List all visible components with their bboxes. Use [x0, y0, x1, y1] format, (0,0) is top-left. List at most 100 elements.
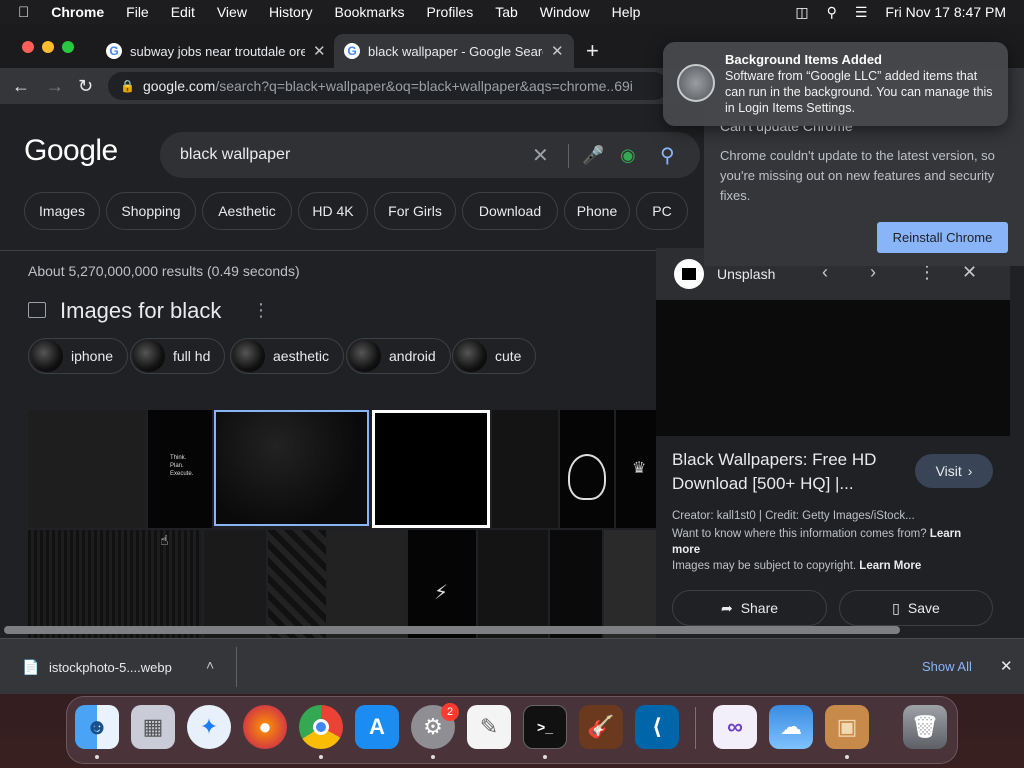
show-all-button[interactable]: Show All [922, 659, 972, 674]
system-settings-icon [677, 64, 715, 102]
archive-utility-icon[interactable]: ▣ [825, 705, 869, 749]
close-window-button[interactable] [22, 41, 34, 53]
related-chip-cute[interactable]: cute [452, 338, 537, 374]
search-input[interactable]: black wallpaper [160, 132, 700, 178]
close-tab-icon[interactable]: ✕ [551, 42, 564, 60]
notification-title: Background Items Added [725, 52, 882, 67]
related-chip-aesthetic[interactable]: aesthetic [230, 338, 345, 374]
google-lens-icon[interactable]: ◉ [620, 132, 636, 178]
visit-label: Visit [935, 463, 962, 479]
download-file-name[interactable]: istockphoto-5....webp [49, 660, 172, 675]
filter-chip-phone[interactable]: Phone [564, 192, 630, 230]
image-caption: Think. Plan. Execute. [170, 455, 194, 477]
tab-black-wallpaper[interactable]: G black wallpaper - Google Searc ✕ [334, 34, 574, 68]
spotlight-search-icon[interactable]: ⚲ [827, 4, 837, 21]
url-host: google.com [142, 78, 216, 94]
images-heading[interactable]: Images for black [60, 298, 221, 324]
image-result-selected[interactable] [214, 410, 369, 526]
download-separator [236, 647, 237, 687]
search-icon[interactable]: ⚲ [660, 132, 675, 178]
image-result[interactable] [28, 410, 146, 528]
microphone-icon[interactable]: 🎤 [582, 132, 604, 178]
thumbnail [233, 340, 265, 372]
filter-chip-pc[interactable]: PC [636, 192, 688, 230]
preview-title[interactable]: Black Wallpapers: Free HD Download [500+… [672, 448, 902, 496]
firefox-icon[interactable]: ● [243, 705, 287, 749]
filter-chip-download[interactable]: Download [462, 192, 558, 230]
filter-chip-aesthetic[interactable]: Aesthetic [202, 192, 292, 230]
garageband-icon[interactable]: 🎸 [579, 705, 623, 749]
menu-window[interactable]: Window [540, 4, 590, 20]
related-chip-android[interactable]: android [346, 338, 451, 374]
back-arrow-icon[interactable]: ← [12, 68, 30, 104]
new-tab-icon[interactable]: + [586, 38, 599, 64]
tab-subway-jobs[interactable]: G subway jobs near troutdale ore ✕ [96, 34, 332, 68]
forward-arrow-icon[interactable]: → [46, 68, 64, 104]
clear-search-icon[interactable]: ✕ [532, 132, 549, 178]
chrome-icon[interactable] [299, 705, 343, 749]
chip-label: full hd [173, 348, 211, 364]
control-center-icon[interactable]: ☰ [855, 4, 868, 21]
textedit-icon[interactable]: ✎ [467, 705, 511, 749]
menu-tab[interactable]: Tab [495, 4, 518, 20]
image-result[interactable]: ♛ [616, 410, 656, 528]
menu-view[interactable]: View [217, 4, 247, 20]
image-result[interactable] [492, 410, 558, 528]
save-button[interactable]: ▯ Save [839, 590, 993, 626]
address-bar[interactable]: 🔒 google.com/search?q=black+wallpaper&oq… [108, 72, 668, 100]
horizontal-scrollbar[interactable] [4, 626, 900, 634]
related-chip-full-hd[interactable]: full hd [130, 338, 226, 374]
thumbnail [455, 340, 487, 372]
launchpad-icon[interactable]: ▦ [131, 705, 175, 749]
close-tab-icon[interactable]: ✕ [313, 42, 326, 60]
terminal-icon[interactable]: >_ [523, 705, 567, 749]
zoom-window-button[interactable] [62, 41, 74, 53]
google-logo[interactable]: Google [24, 134, 118, 168]
image-result[interactable] [372, 410, 490, 528]
menu-history[interactable]: History [269, 4, 313, 20]
menu-profiles[interactable]: Profiles [427, 4, 474, 20]
filter-chip-shopping[interactable]: Shopping [106, 192, 196, 230]
filter-chip-hd-4k[interactable]: HD 4K [298, 192, 368, 230]
lock-icon[interactable]: 🔒 [120, 79, 135, 93]
chip-label: aesthetic [273, 348, 330, 364]
vscode-icon[interactable]: ⟨ [635, 705, 679, 749]
app-store-icon[interactable]: A [355, 705, 399, 749]
preview-image[interactable] [656, 300, 1010, 436]
background-items-notification[interactable]: Background Items Added Software from “Go… [663, 42, 1008, 126]
close-download-bar-icon[interactable]: ✕ [1000, 657, 1013, 675]
filter-chip-images[interactable]: Images [24, 192, 100, 230]
weather-icon[interactable]: ☁ [769, 705, 813, 749]
menubar-clock[interactable]: Fri Nov 17 8:47 PM [885, 4, 1006, 20]
visit-button[interactable]: Visit › [915, 454, 993, 488]
finder-icon[interactable]: ☻ [75, 705, 119, 749]
trash-icon[interactable]: 🗑 [903, 705, 947, 749]
reinstall-chrome-button[interactable]: Reinstall Chrome [877, 222, 1008, 253]
menu-file[interactable]: File [126, 4, 149, 20]
menu-bookmarks[interactable]: Bookmarks [335, 4, 405, 20]
panel-source[interactable]: Unsplash [717, 266, 775, 282]
menu-edit[interactable]: Edit [171, 4, 195, 20]
menu-bar:  Chrome File Edit View History Bookmark… [0, 0, 1024, 24]
visual-studio-icon[interactable]: ∞ [713, 705, 757, 749]
minimize-window-button[interactable] [42, 41, 54, 53]
related-chip-iphone[interactable]: iphone [28, 338, 129, 374]
safari-icon[interactable]: ✦ [187, 705, 231, 749]
menu-app-name[interactable]: Chrome [51, 4, 104, 20]
filter-chip-for-girls[interactable]: For Girls [374, 192, 456, 230]
url-path: /search?q=black+wallpaper&oq=black+wallp… [215, 78, 633, 94]
chevron-up-icon[interactable]: ˄ [206, 657, 214, 673]
menu-help[interactable]: Help [612, 4, 641, 20]
learn-more-link-2[interactable]: Learn More [859, 560, 921, 572]
more-options-icon[interactable]: ⋮ [252, 300, 270, 321]
screen-mirroring-icon[interactable]: ◫ [795, 4, 808, 21]
reload-icon[interactable]: ↻ [78, 68, 93, 104]
apple-icon[interactable]:  [18, 4, 29, 21]
thumbnail [133, 340, 165, 372]
chip-label: cute [495, 348, 522, 364]
image-result[interactable]: Think. Plan. Execute. [148, 410, 212, 528]
mouse-cursor-icon: ☝ [160, 532, 169, 548]
image-result[interactable] [560, 410, 614, 528]
crown-icon: ♛ [632, 460, 647, 477]
share-button[interactable]: ➦ Share [672, 590, 827, 626]
